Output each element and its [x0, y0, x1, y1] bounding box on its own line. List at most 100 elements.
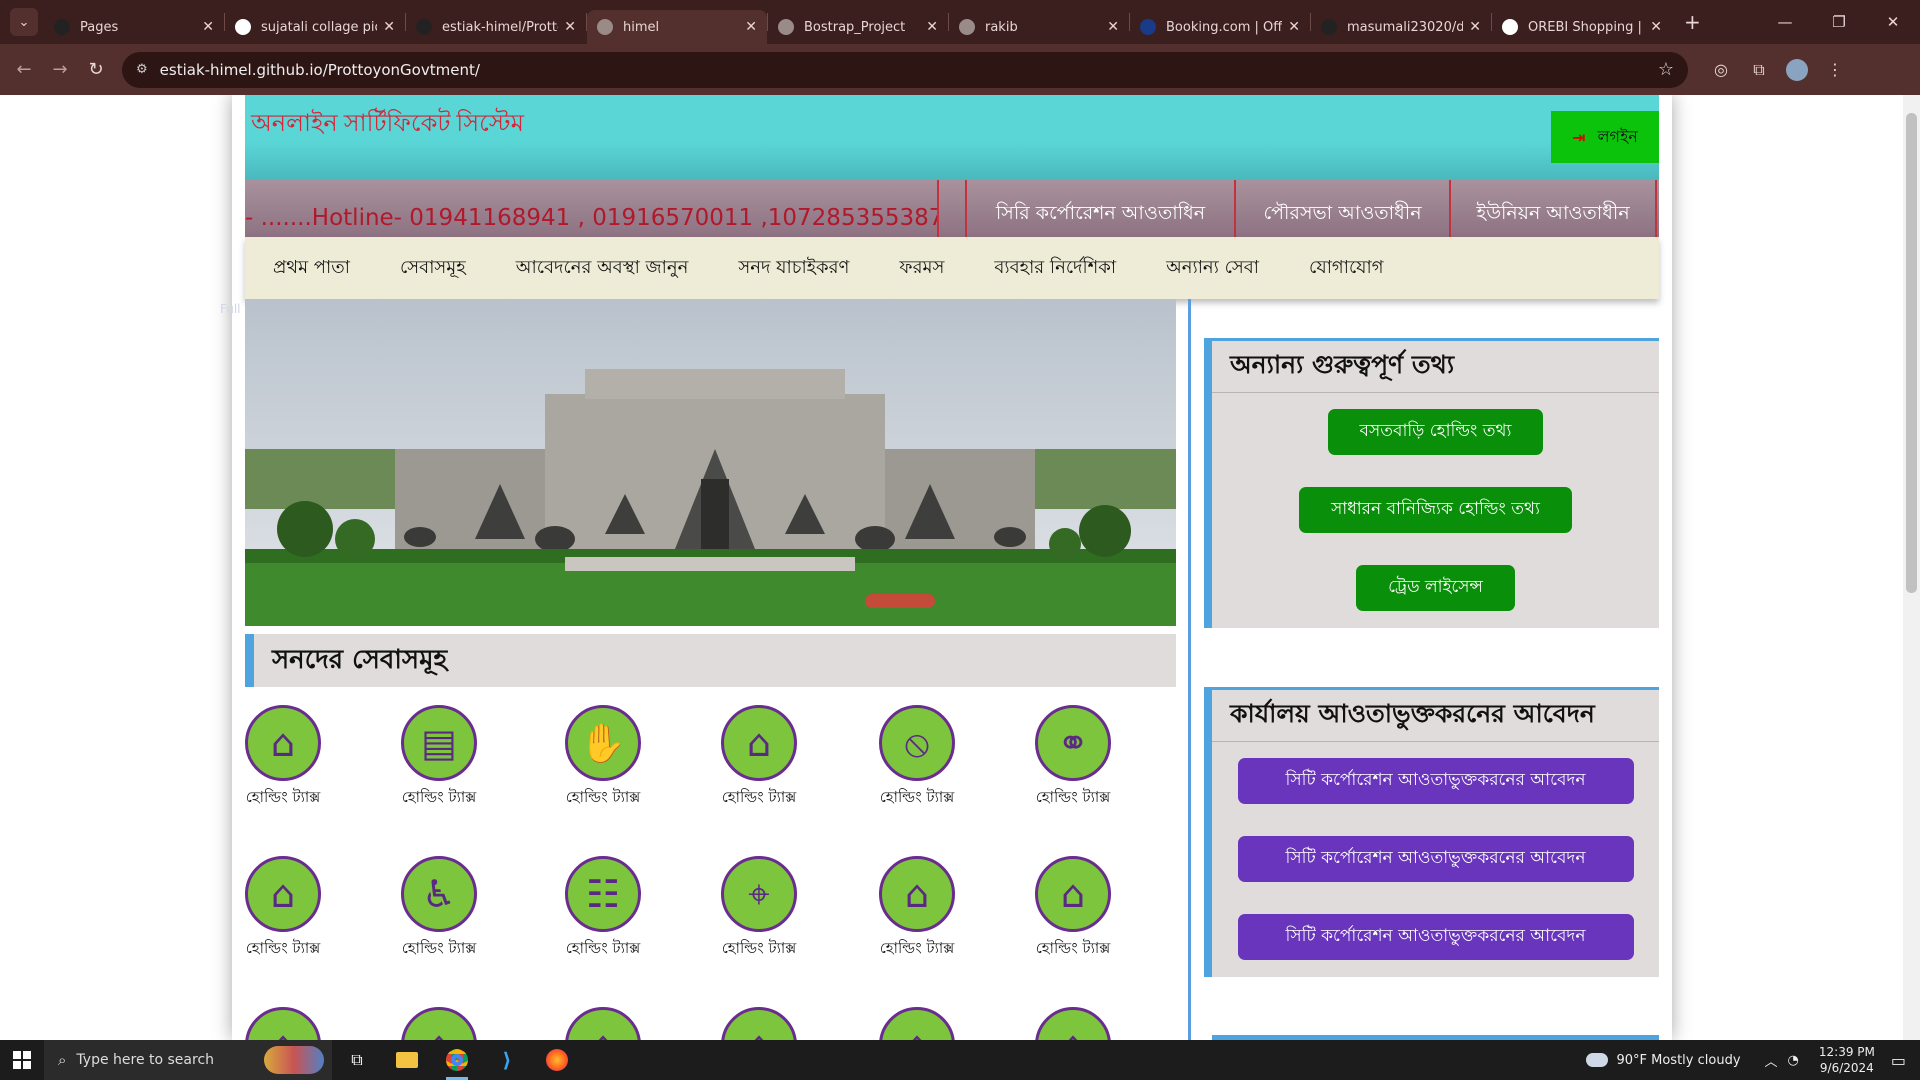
- notification-icon[interactable]: ▭: [1891, 1051, 1906, 1070]
- service-glyph: ⌂: [904, 872, 930, 916]
- service-item[interactable]: ☷ হোল্ডিং ট্যাক্স: [553, 856, 653, 962]
- browser-menu-icon[interactable]: ⋮: [1816, 60, 1854, 79]
- login-icon: ⇥: [1572, 127, 1586, 147]
- services-heading: সনদের সেবাসমূহ: [245, 634, 1176, 687]
- service-label: হোল্ডিং ট্যাক্স: [565, 939, 641, 957]
- service-item[interactable]: ⌂ হোল্ডিং ট্যাক্স: [233, 705, 333, 811]
- nav-home[interactable]: প্রথম পাতা: [273, 253, 350, 284]
- close-tab-icon[interactable]: ✕: [1107, 19, 1119, 35]
- browser-tab[interactable]: Booking.com | Offi ✕: [1130, 10, 1310, 44]
- close-tab-icon[interactable]: ✕: [1288, 19, 1300, 35]
- close-tab-icon[interactable]: ✕: [1650, 19, 1662, 35]
- browser-tab[interactable]: estiak-himel/Prottoy ✕: [406, 10, 586, 44]
- close-tab-icon[interactable]: ✕: [745, 19, 757, 35]
- service-item[interactable]: ⦸ হোল্ডিং ট্যাক্স: [867, 705, 967, 811]
- nav-forms[interactable]: ফরমস: [899, 253, 944, 284]
- service-item[interactable]: ⌂: [709, 1007, 809, 1040]
- office-card: কার্যালয় আওতাভুক্তকরনের আবেদন সিটি কর্প…: [1204, 687, 1659, 977]
- city-corp-application-button-1[interactable]: সিটি কর্পোরেশন আওতাভুক্তকরনের আবেদন: [1237, 758, 1634, 804]
- nav-services[interactable]: সেবাসমূহ: [400, 253, 466, 284]
- residential-holding-button[interactable]: বসতবাড়ি হোল্ডিং তথ্য: [1327, 409, 1544, 455]
- service-item[interactable]: ⌖ হোল্ডিং ট্যাক্স: [709, 856, 809, 962]
- reload-icon[interactable]: ↻: [78, 59, 114, 80]
- tray-chevron-icon[interactable]: ︿: [1765, 1051, 1778, 1070]
- service-item[interactable]: ♿ হোল্ডিং ট্যাক্স: [389, 856, 489, 962]
- new-tab-icon[interactable]: +: [1684, 10, 1701, 34]
- windows-taskbar: ⌕ Type here to search ⧉ ⟩ 90°F Mostly cl…: [0, 1040, 1920, 1080]
- task-view-icon[interactable]: ⧉: [332, 1040, 382, 1080]
- restore-icon[interactable]: ❐: [1812, 0, 1866, 44]
- chrome-icon[interactable]: [432, 1040, 482, 1080]
- band-divider: [939, 180, 967, 237]
- profile-avatar-icon[interactable]: [1778, 58, 1816, 81]
- close-window-icon[interactable]: ✕: [1866, 0, 1920, 44]
- service-item[interactable]: ⌂ হোল্ডিং ট্যাক্স: [709, 705, 809, 811]
- nav-user-guide[interactable]: ব্যবহার নির্দেশিকা: [994, 253, 1116, 284]
- service-item[interactable]: ⌂: [867, 1007, 967, 1040]
- browser-tab[interactable]: Bostrap_Project ✕: [768, 10, 948, 44]
- service-item[interactable]: ⌂: [553, 1007, 653, 1040]
- service-item[interactable]: ✋ হোল্ডিং ট্যাক্স: [553, 705, 653, 811]
- weather-widget[interactable]: 90°F Mostly cloudy: [1586, 1053, 1741, 1068]
- service-item[interactable]: ⌂: [233, 1007, 333, 1040]
- nav-certificate-verify[interactable]: সনদ যাচাইকরণ: [738, 253, 849, 284]
- city-corp-application-button-3[interactable]: সিটি কর্পোরেশন আওতাভুক্তকরনের আবেদন: [1237, 914, 1634, 960]
- close-tab-icon[interactable]: ✕: [1469, 19, 1481, 35]
- close-tab-icon[interactable]: ✕: [926, 19, 938, 35]
- service-label: হোল্ডিং ট্যাক্স: [401, 788, 477, 806]
- extensions-puzzle-icon[interactable]: ⧉: [1740, 60, 1778, 80]
- clock[interactable]: 12:39 PM 9/6/2024: [1819, 1044, 1875, 1076]
- service-item[interactable]: ▤ হোল্ডিং ট্যাক্স: [389, 705, 489, 811]
- service-glyph: ⌖: [748, 872, 770, 916]
- page-scrollbar[interactable]: [1903, 95, 1920, 1040]
- network-icon[interactable]: ◔: [1788, 1053, 1799, 1068]
- service-item[interactable]: ⌂ হোল্ডিং ট্যাক্স: [1023, 856, 1123, 962]
- browser-tab[interactable]: sujatali collage pic ✕: [225, 10, 405, 44]
- hero-image: [245, 299, 1176, 626]
- search-placeholder: Type here to search: [76, 1052, 215, 1068]
- nav-contact[interactable]: যোগাযোগ: [1309, 253, 1384, 284]
- vscode-icon[interactable]: ⟩: [482, 1040, 532, 1080]
- band-link-city-corporation[interactable]: সিরি কর্পোরেশন আওতাধিন: [967, 180, 1236, 237]
- close-tab-icon[interactable]: ✕: [564, 19, 576, 35]
- service-glyph: ⌂: [1060, 872, 1086, 916]
- close-tab-icon[interactable]: ✕: [383, 19, 395, 35]
- close-tab-icon[interactable]: ✕: [202, 19, 214, 35]
- forward-icon[interactable]: →: [42, 59, 78, 80]
- address-bar[interactable]: ⚙ estiak-himel.github.io/ProttoyonGovtme…: [122, 51, 1688, 88]
- nav-application-status[interactable]: আবেদনের অবস্থা জানুন: [516, 253, 689, 284]
- service-item[interactable]: ⌂: [389, 1007, 489, 1040]
- service-item[interactable]: ⌂ হোল্ডিং ট্যাক্স: [867, 856, 967, 962]
- taskbar-search[interactable]: ⌕ Type here to search: [44, 1040, 332, 1080]
- info-band: - .......Hotline- 01941168941 , 01916570…: [245, 180, 1659, 237]
- extension-record-icon[interactable]: ◎: [1702, 60, 1740, 79]
- service-label: হোল্ডিং ট্যাক্স: [1035, 788, 1111, 806]
- service-item[interactable]: ⌂ হোল্ডিং ট্যাক্স: [233, 856, 333, 962]
- site-info-icon[interactable]: ⚙: [136, 62, 148, 77]
- firefox-icon[interactable]: [532, 1040, 582, 1080]
- windows-start-icon[interactable]: [0, 1051, 44, 1069]
- page-viewport: অনলাইন সার্টিফিকেট সিস্টেম ⇥ লগইন - ....…: [0, 95, 1920, 1040]
- browser-tab[interactable]: himel ✕: [587, 10, 767, 44]
- service-item[interactable]: ⚭ হোল্ডিং ট্যাক্স: [1023, 705, 1123, 811]
- service-item[interactable]: ⌂: [1023, 1007, 1123, 1040]
- wheelchair-icon: ♿: [401, 856, 477, 932]
- commercial-holding-button[interactable]: সাধারন বানিজ্যিক হোল্ডিং তথ্য: [1299, 487, 1572, 533]
- service-label: হোল্ডিং ট্যাক্স: [879, 788, 955, 806]
- browser-tab[interactable]: rakib ✕: [949, 10, 1129, 44]
- minimize-icon[interactable]: —: [1758, 0, 1812, 44]
- trade-license-button[interactable]: ট্রেড লাইসেন্স: [1356, 565, 1515, 611]
- login-button[interactable]: ⇥ লগইন: [1551, 111, 1659, 163]
- nav-other-services[interactable]: অন্যান্য সেবা: [1166, 253, 1259, 284]
- band-link-municipality[interactable]: পৌরসভা আওতাধীন: [1236, 180, 1451, 237]
- city-corp-application-button-2[interactable]: সিটি কর্পোরেশন আওতাভুক্তকরনের আবেদন: [1237, 836, 1634, 882]
- browser-tab[interactable]: Pages ✕: [44, 10, 224, 44]
- browser-tab[interactable]: masumali23020/d ✕: [1311, 10, 1491, 44]
- file-explorer-icon[interactable]: [382, 1040, 432, 1080]
- browser-tab[interactable]: OREBI Shopping | ✕: [1492, 10, 1672, 44]
- scrollbar-thumb[interactable]: [1906, 113, 1917, 593]
- back-icon[interactable]: ←: [6, 59, 42, 80]
- bookmark-star-icon[interactable]: ☆: [1658, 59, 1674, 80]
- band-link-union[interactable]: ইউনিয়ন আওতাধীন: [1451, 180, 1657, 237]
- tab-search-icon[interactable]: ⌄: [10, 8, 38, 36]
